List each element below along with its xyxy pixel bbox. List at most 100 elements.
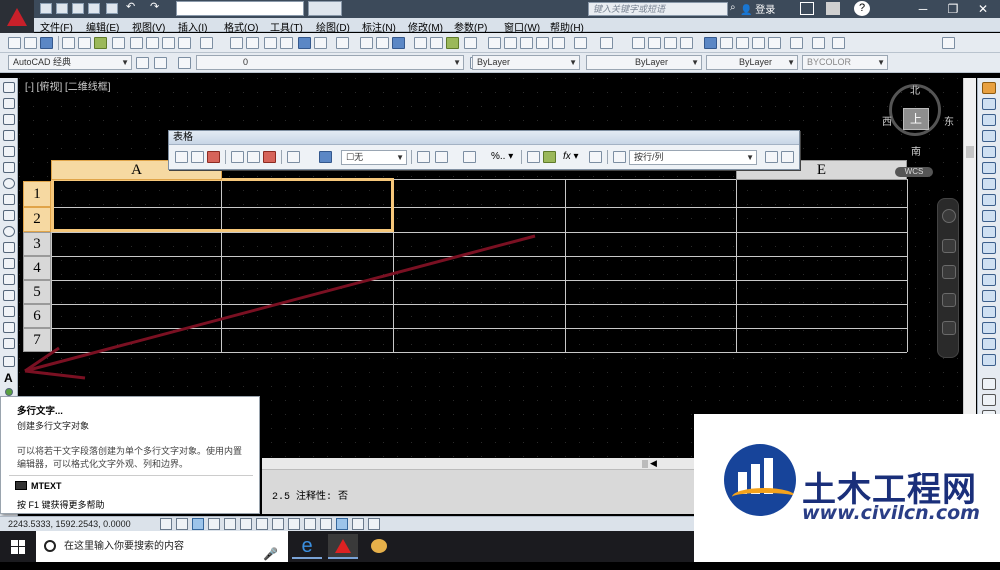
- snap-mode-icon[interactable]: [176, 518, 188, 530]
- microphone-icon[interactable]: 🎤: [263, 539, 278, 570]
- paste-icon[interactable]: [520, 37, 533, 49]
- dynamic-input-icon[interactable]: [304, 518, 316, 530]
- publish-icon[interactable]: [112, 37, 125, 49]
- copy-icon[interactable]: [146, 37, 159, 49]
- copy-icon[interactable]: [504, 37, 517, 49]
- menu-modify[interactable]: 修改(M): [408, 19, 443, 34]
- table-icon[interactable]: [3, 356, 15, 367]
- construction-line-icon[interactable]: [3, 98, 15, 109]
- paint-app-icon[interactable]: [364, 534, 394, 559]
- minimize-button[interactable]: ─: [908, 0, 938, 18]
- insert-column-left-icon[interactable]: [231, 151, 244, 163]
- save-icon[interactable]: [40, 37, 53, 49]
- color-combo[interactable]: ByLayer ▼: [472, 55, 580, 70]
- match-properties-icon[interactable]: [536, 37, 549, 49]
- vertical-scrollbar[interactable]: [963, 78, 976, 458]
- menu-edit[interactable]: 编辑(E): [86, 19, 119, 34]
- compass-west[interactable]: 西: [882, 113, 892, 128]
- zoom-icon[interactable]: [246, 37, 259, 49]
- copy-object-icon[interactable]: [982, 98, 996, 110]
- table-toolbar-title[interactable]: 表格: [169, 131, 799, 145]
- edge-browser-icon[interactable]: e: [292, 534, 322, 559]
- new-icon[interactable]: [360, 37, 373, 49]
- object-snap-tracking-icon[interactable]: [272, 518, 284, 530]
- zoom-previous-icon[interactable]: [680, 37, 693, 49]
- erase-icon[interactable]: [982, 82, 996, 94]
- viewcube-top-face[interactable]: 上: [903, 108, 929, 130]
- link-cell-icon[interactable]: [765, 151, 778, 163]
- showmotion-icon[interactable]: [942, 321, 956, 335]
- fillet-icon[interactable]: [982, 322, 996, 334]
- plotstyle-combo[interactable]: BYCOLOR ▼: [802, 55, 888, 70]
- print-icon[interactable]: [62, 37, 75, 49]
- explode-icon[interactable]: [982, 354, 996, 366]
- insert-block-icon[interactable]: [3, 258, 15, 269]
- region-icon[interactable]: [3, 338, 15, 349]
- cut-icon[interactable]: [130, 37, 143, 49]
- rectangle-icon[interactable]: [3, 146, 15, 157]
- zoom-window-icon[interactable]: [664, 37, 677, 49]
- rotate-icon[interactable]: [982, 178, 996, 190]
- undo-icon[interactable]: ↶: [126, 0, 135, 13]
- insert-block-icon[interactable]: [527, 151, 540, 163]
- 3d-object-snap-icon[interactable]: [256, 518, 268, 530]
- break-icon[interactable]: [982, 274, 996, 286]
- layer-combo[interactable]: 0 ▼: [196, 55, 464, 70]
- multiline-text-icon[interactable]: A: [4, 371, 13, 385]
- pan-icon[interactable]: [942, 239, 956, 253]
- move-icon[interactable]: [982, 162, 996, 174]
- layer-properties-icon[interactable]: [178, 57, 191, 69]
- offset-icon[interactable]: [982, 130, 996, 142]
- menu-insert[interactable]: 插入(I): [178, 19, 207, 34]
- tool-palette-icon[interactable]: [736, 37, 749, 49]
- grid-display-icon[interactable]: [192, 518, 204, 530]
- break-at-point-icon[interactable]: [982, 258, 996, 270]
- design-center-icon[interactable]: [314, 37, 327, 49]
- cell-locking-icon[interactable]: [463, 151, 476, 163]
- search-input[interactable]: 键入关键字或短语: [588, 2, 728, 16]
- autocad-taskbar-icon[interactable]: [328, 534, 358, 559]
- formula-icon[interactable]: fx ▾: [563, 151, 579, 162]
- circle-icon[interactable]: [3, 178, 15, 189]
- new-icon[interactable]: [8, 37, 21, 49]
- ortho-mode-icon[interactable]: [208, 518, 220, 530]
- redo-icon[interactable]: [200, 37, 213, 49]
- menu-help[interactable]: 帮助(H): [550, 19, 584, 34]
- chevron-left-icon[interactable]: ◀: [650, 458, 657, 469]
- quickcalc-icon[interactable]: [790, 37, 803, 49]
- blend-curves-icon[interactable]: [982, 338, 996, 350]
- horizontal-scrollbar[interactable]: ◀: [262, 458, 694, 470]
- merge-cells-icon[interactable]: [287, 151, 300, 163]
- group-icon[interactable]: [982, 394, 996, 406]
- scroll-thumb[interactable]: [642, 460, 648, 468]
- plot-icon[interactable]: [94, 37, 107, 49]
- redo-icon[interactable]: [600, 37, 613, 49]
- lineweight-combo[interactable]: ByLayer ▼: [706, 55, 798, 70]
- undo-icon[interactable]: [178, 37, 191, 49]
- start-button[interactable]: [0, 531, 36, 562]
- preview-icon[interactable]: [430, 37, 443, 49]
- array-icon[interactable]: [982, 146, 996, 158]
- mirror-icon[interactable]: [982, 114, 996, 126]
- polar-tracking-icon[interactable]: [224, 518, 236, 530]
- point-icon[interactable]: [3, 290, 15, 301]
- selection-cycling-icon[interactable]: [368, 518, 380, 530]
- stretch-icon[interactable]: [982, 210, 996, 222]
- search-icon[interactable]: ⌕: [730, 2, 736, 13]
- scroll-thumb[interactable]: [966, 146, 974, 158]
- restore-button[interactable]: ❐: [938, 0, 968, 18]
- manage-cell-content-icon[interactable]: [589, 151, 602, 163]
- menu-draw[interactable]: 绘图(D): [316, 19, 350, 34]
- menu-parametric[interactable]: 参数(P): [454, 19, 487, 34]
- transparency-icon[interactable]: [336, 518, 348, 530]
- cell-borders-icon[interactable]: [417, 151, 430, 163]
- autocad-logo[interactable]: [0, 0, 34, 34]
- ellipse-arc-icon[interactable]: [3, 242, 15, 253]
- properties-icon[interactable]: [704, 37, 717, 49]
- quick-properties-icon[interactable]: [352, 518, 364, 530]
- settings-icon[interactable]: [154, 57, 167, 69]
- zoom-previous-icon[interactable]: [280, 37, 293, 49]
- make-block-icon[interactable]: [3, 274, 15, 285]
- cursor-coordinates[interactable]: 2243.5333, 1592.2543, 0.0000: [8, 519, 131, 529]
- insert-row-above-icon[interactable]: [175, 151, 188, 163]
